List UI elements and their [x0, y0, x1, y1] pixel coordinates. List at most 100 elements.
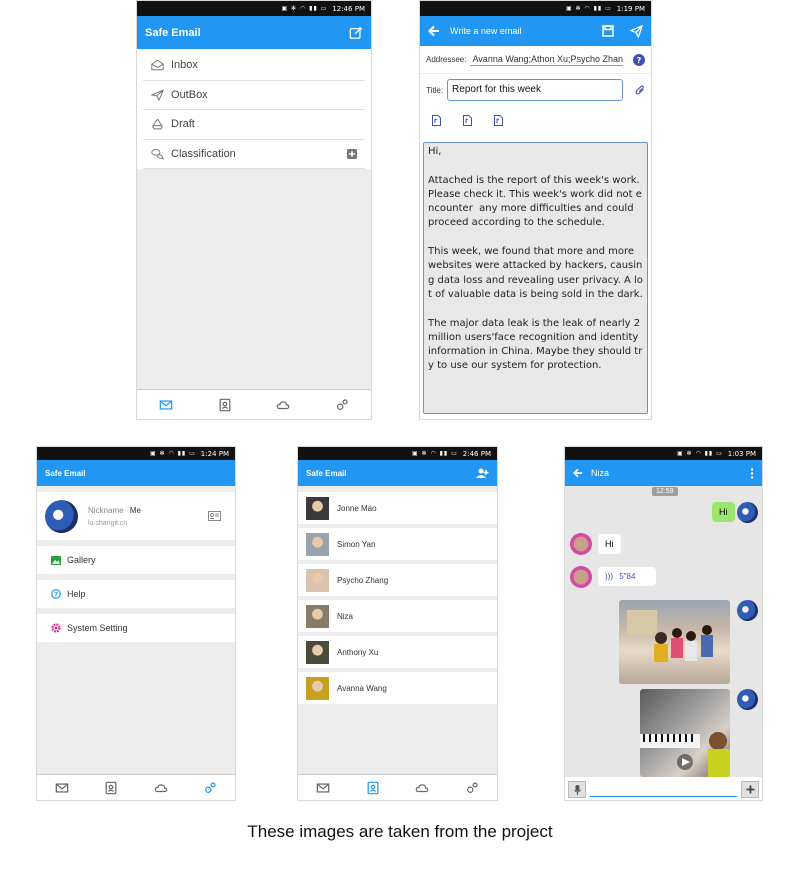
chat-screen: ▣ ✻ ◠ ▮▮ ▭ 1:03 PM Niza 12:59 Hi Hi ))) …	[564, 446, 763, 801]
menu-item-draft[interactable]: Draft	[143, 110, 365, 140]
email-address: lu.changit.cn	[88, 519, 128, 527]
message-input[interactable]	[590, 783, 737, 797]
status-icons: ▣ ✻ ◠ ▮▮ ▭	[281, 5, 328, 12]
voice-message[interactable]: ))) 5"84	[598, 567, 656, 586]
sent-message[interactable]: Hi	[712, 502, 735, 522]
addressee-label: Addressee:	[426, 55, 467, 64]
status-time: 1:19 PM	[616, 4, 645, 13]
addressee-field[interactable]: Avanna Wang;Athon Xu;Psycho Zhang;	[470, 53, 623, 66]
piano-video-thumbnail	[640, 732, 730, 777]
contact-list: Jonne Mao Simon Yan Psycho Zhang Niza Anthon…	[298, 492, 497, 704]
back-arrow-icon[interactable]	[428, 25, 440, 37]
tab-settings[interactable]	[333, 396, 351, 414]
nickname-value: Me	[129, 505, 141, 515]
bottom-tab-bar	[37, 774, 235, 800]
status-time: 12:46 PM	[332, 4, 365, 13]
menu-item-label: Inbox	[171, 59, 198, 72]
compose-icon[interactable]	[349, 26, 363, 40]
help-icon: ?	[51, 589, 61, 599]
help-icon[interactable]: ?	[633, 53, 645, 66]
status-bar: ▣ ✻ ◠ ▮▮ ▭ 12:46 PM	[137, 1, 371, 16]
app-bar: Safe Email	[137, 16, 371, 49]
menu-item-classification[interactable]: Classification	[143, 140, 365, 169]
contact-row[interactable]: Niza	[298, 600, 497, 632]
app-title: Safe Email	[306, 468, 347, 478]
tab-cloud[interactable]	[274, 396, 292, 414]
add-contact-icon[interactable]	[476, 468, 489, 479]
voice-duration: 5"84	[619, 572, 636, 581]
status-time: 1:03 PM	[727, 449, 756, 458]
gear-icon	[51, 623, 61, 633]
tab-mail[interactable]	[53, 779, 71, 797]
bottom-tab-bar	[298, 774, 497, 800]
microphone-icon[interactable]	[568, 781, 586, 798]
tab-contacts[interactable]	[216, 396, 234, 414]
email-body[interactable]: Hi, Attached is the report of this week'…	[423, 142, 648, 414]
tab-settings[interactable]	[463, 779, 481, 797]
status-bar: ▣ ✻ ◠ ▮▮ ▭ 1:03 PM	[565, 447, 762, 460]
compose-screen: ▣ ✻ ◠ ▮▮ ▭ 1:19 PM Write a new email Add…	[419, 0, 652, 420]
more-vertical-icon[interactable]	[750, 467, 754, 479]
received-message[interactable]: Hi	[598, 534, 621, 554]
file-icon[interactable]	[463, 114, 472, 126]
tab-contacts[interactable]	[102, 779, 120, 797]
menu-item-inbox[interactable]: Inbox	[143, 51, 365, 81]
contact-row[interactable]: Anthony Xu	[298, 636, 497, 668]
tab-cloud[interactable]	[413, 779, 431, 797]
contact-row[interactable]: Jonne Mao	[298, 492, 497, 524]
contact-avatar	[306, 640, 329, 664]
avatar	[45, 499, 78, 533]
menu-item-system-setting[interactable]: System Setting	[37, 614, 235, 642]
tab-mail[interactable]	[314, 779, 332, 797]
status-bar: ▣ ✻ ◠ ▮▮ ▭ 1:24 PM	[37, 447, 235, 460]
menu-item-outbox[interactable]: OutBox	[143, 81, 365, 110]
status-time: 2:46 PM	[462, 449, 491, 458]
avatar	[737, 600, 758, 621]
avatar	[737, 689, 758, 710]
title-input[interactable]: Report for this week	[447, 79, 623, 101]
id-card-icon[interactable]	[208, 511, 221, 521]
figure-caption: These images are taken from the project	[247, 822, 553, 841]
tab-mail[interactable]	[157, 396, 175, 414]
svg-text:?: ?	[54, 591, 58, 599]
tab-cloud[interactable]	[152, 779, 170, 797]
attach-icon[interactable]	[635, 85, 645, 95]
menu-item-gallery[interactable]: Gallery	[37, 546, 235, 574]
status-icons: ▣ ✻ ◠ ▮▮ ▭	[676, 450, 723, 457]
contact-avatar	[306, 532, 329, 556]
tab-settings[interactable]	[201, 779, 219, 797]
contact-name: Anthony Xu	[337, 647, 379, 657]
menu-item-help[interactable]: ? Help	[37, 580, 235, 608]
contact-row[interactable]: Simon Yan	[298, 528, 497, 560]
image-icon	[51, 555, 61, 565]
contact-name: Psycho Zhang	[337, 575, 389, 585]
contact-name: Niza	[337, 611, 354, 621]
children-photo	[627, 610, 713, 662]
tab-contacts[interactable]	[364, 779, 382, 797]
mail-folder-list: Inbox OutBox Draft Classification	[137, 49, 371, 169]
save-icon[interactable]	[602, 25, 614, 37]
menu-item-label: System Setting	[67, 623, 128, 633]
back-arrow-icon[interactable]	[573, 468, 583, 478]
contacts-screen: ▣ ✻ ◠ ▮▮ ▭ 2:46 PM Safe Email Jonne Mao S…	[297, 446, 498, 801]
profile-card[interactable]: Nickname Me lu.changit.cn	[37, 492, 235, 540]
app-bar: Niza	[565, 460, 762, 486]
expand-plus-icon[interactable]	[347, 148, 357, 159]
video-message[interactable]	[640, 689, 730, 777]
file-icon[interactable]	[494, 114, 503, 126]
photo-message[interactable]	[619, 600, 730, 684]
app-bar: Write a new email	[420, 16, 651, 46]
menu-item-label: Draft	[171, 118, 195, 131]
contact-avatar	[306, 568, 329, 592]
contact-row[interactable]: Avanna Wang	[298, 672, 497, 704]
contact-avatar	[306, 604, 329, 628]
file-icon[interactable]	[432, 114, 441, 126]
app-title: Write a new email	[450, 26, 522, 36]
send-icon[interactable]	[630, 24, 643, 38]
plus-icon[interactable]	[741, 781, 759, 798]
time-stamp: 12:59	[652, 487, 678, 496]
chat-bubbles-icon	[151, 148, 165, 160]
contact-row[interactable]: Psycho Zhang	[298, 564, 497, 596]
inbox-screen: ▣ ✻ ◠ ▮▮ ▭ 12:46 PM Safe Email Inbox Out…	[136, 0, 372, 420]
paper-plane-icon	[151, 88, 165, 101]
